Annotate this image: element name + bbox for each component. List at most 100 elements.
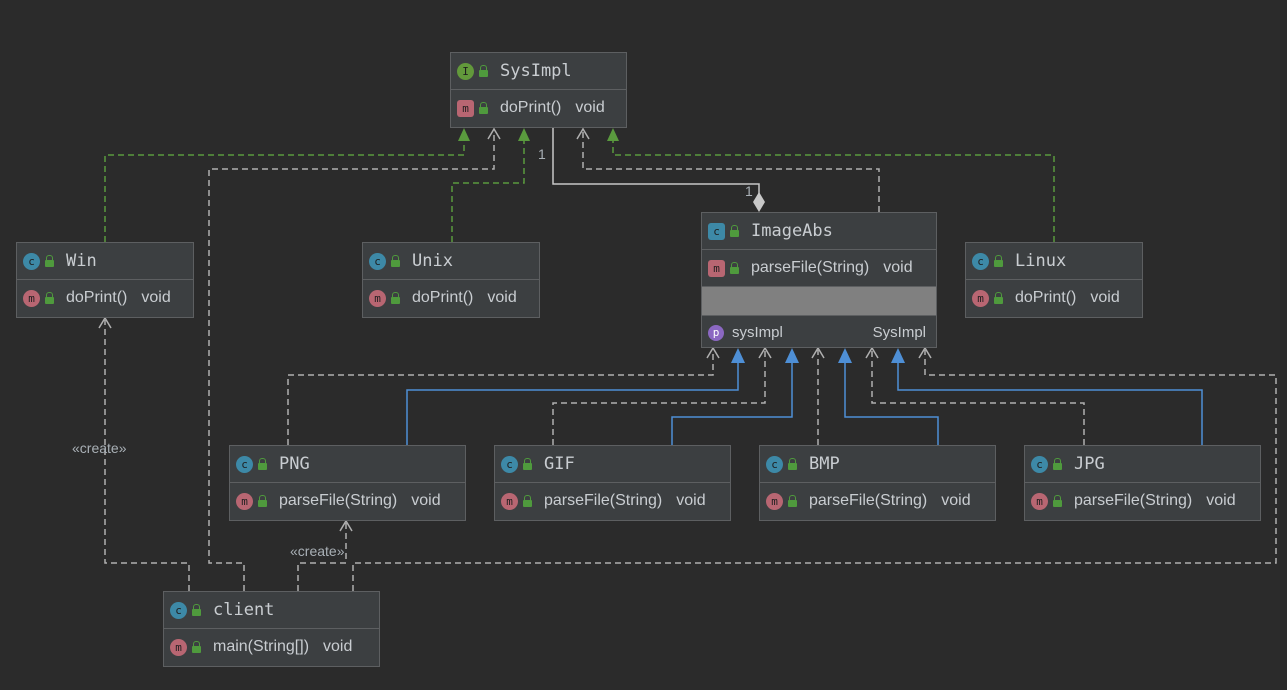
multiplicity-sysimpl: 1 <box>538 146 546 162</box>
class-header: c BMP <box>760 446 995 483</box>
runnable-class-icon: c <box>170 601 187 619</box>
method-icon: m <box>501 492 518 510</box>
class-name: Linux <box>1015 251 1067 271</box>
method-name: parseFile(String) <box>809 492 928 509</box>
method-type: void <box>1090 289 1120 306</box>
method-type: void <box>1206 492 1236 509</box>
class-icon: c <box>236 455 253 473</box>
class-gif[interactable]: c GIF m parseFile(String) void <box>494 445 731 521</box>
class-header: c JPG <box>1025 446 1260 483</box>
method-type: void <box>141 289 171 306</box>
realization-linux-arrow <box>607 128 619 141</box>
realization-unix-arrow <box>518 128 530 141</box>
class-header: c GIF <box>495 446 730 483</box>
class-name: Win <box>66 251 97 271</box>
class-unix[interactable]: c Unix m doPrint() void <box>362 242 540 318</box>
public-lock-icon <box>45 254 54 267</box>
public-lock-icon <box>994 291 1003 304</box>
class-png[interactable]: c PNG m parseFile(String) void <box>229 445 466 521</box>
method-icon: m <box>766 492 783 510</box>
method-icon: m <box>972 289 989 307</box>
method-row[interactable]: m main(String[]) void <box>164 629 379 665</box>
method-name: parseFile(String) <box>751 259 870 276</box>
public-lock-icon <box>258 457 267 470</box>
class-icon: c <box>23 252 40 270</box>
public-lock-icon <box>192 640 201 653</box>
class-name: PNG <box>279 454 310 474</box>
method-type: void <box>323 638 353 655</box>
public-lock-icon <box>479 64 488 77</box>
public-lock-icon <box>391 254 400 267</box>
class-header: c Unix <box>363 243 539 280</box>
property-icon: p <box>708 324 724 341</box>
class-linux[interactable]: c Linux m doPrint() void <box>965 242 1143 318</box>
field-row[interactable]: p sysImpl SysImpl <box>702 316 936 349</box>
method-name: main(String[]) <box>213 638 310 655</box>
class-name: BMP <box>809 454 840 474</box>
class-icon: c <box>1031 455 1048 473</box>
class-icon: c <box>972 252 989 270</box>
method-row[interactable]: m parseFile(String) void <box>702 250 936 287</box>
class-header: c client <box>164 592 379 629</box>
public-lock-icon <box>788 494 797 507</box>
public-lock-icon <box>258 494 267 507</box>
method-name: doPrint() <box>500 99 562 116</box>
method-type: void <box>941 492 971 509</box>
class-win[interactable]: c Win m doPrint() void <box>16 242 194 318</box>
public-lock-icon <box>730 261 739 274</box>
class-bmp[interactable]: c BMP m parseFile(String) void <box>759 445 996 521</box>
method-row[interactable]: m parseFile(String) void <box>230 483 465 519</box>
dependency-imageabs-sysimpl <box>582 131 880 212</box>
public-lock-icon <box>788 457 797 470</box>
method-row[interactable]: m doPrint() void <box>363 280 539 316</box>
dependency-gif-imageabs <box>552 350 766 445</box>
field-name: sysImpl <box>732 324 783 341</box>
class-name: JPG <box>1074 454 1105 474</box>
create-label-png: «create» <box>290 543 345 559</box>
abstract-class-icon: c <box>708 222 725 240</box>
method-row[interactable]: m parseFile(String) void <box>760 483 995 519</box>
inheritance-arrow-2 <box>785 348 799 363</box>
public-lock-icon <box>1053 494 1062 507</box>
class-name: ImageAbs <box>751 221 833 241</box>
class-imageabs[interactable]: c ImageAbs m parseFile(String) void p sy… <box>701 212 937 348</box>
method-icon: m <box>457 99 474 117</box>
public-lock-icon <box>730 224 739 237</box>
method-type: void <box>411 492 441 509</box>
method-row[interactable]: m doPrint() void <box>17 280 193 316</box>
class-header: c PNG <box>230 446 465 483</box>
class-name: Unix <box>412 251 453 271</box>
inheritance-arrow-4 <box>891 348 905 363</box>
multiplicity-imageabs: 1 <box>745 183 753 199</box>
realization-win <box>104 140 465 242</box>
public-lock-icon <box>391 291 400 304</box>
composition-diamond <box>753 192 765 212</box>
class-header: c Win <box>17 243 193 280</box>
public-lock-icon <box>1053 457 1062 470</box>
class-name: SysImpl <box>500 61 572 81</box>
interface-icon: I <box>457 62 474 80</box>
method-name: parseFile(String) <box>1074 492 1193 509</box>
class-header: c Linux <box>966 243 1142 280</box>
method-row[interactable]: m parseFile(String) void <box>495 483 730 519</box>
method-type: void <box>487 289 517 306</box>
class-sysimpl[interactable]: I SysImpl m doPrint() void <box>450 52 627 128</box>
method-name: doPrint() <box>1015 289 1077 306</box>
class-client[interactable]: c client m main(String[]) void <box>163 591 380 667</box>
class-icon: c <box>369 252 386 270</box>
method-type: void <box>676 492 706 509</box>
class-icon: c <box>501 455 518 473</box>
inheritance-arrow-3 <box>838 348 852 363</box>
method-row[interactable]: m doPrint() void <box>451 90 626 126</box>
field-type: SysImpl <box>872 324 926 341</box>
relationship-edges <box>98 127 1277 591</box>
method-name: doPrint() <box>66 289 128 306</box>
inheritance-arrow-1 <box>731 348 745 363</box>
method-row[interactable]: m doPrint() void <box>966 280 1142 316</box>
method-type: void <box>575 99 605 116</box>
class-header: c ImageAbs <box>702 213 936 250</box>
public-lock-icon <box>523 494 532 507</box>
class-jpg[interactable]: c JPG m parseFile(String) void <box>1024 445 1261 521</box>
class-name: GIF <box>544 454 575 474</box>
method-row[interactable]: m parseFile(String) void <box>1025 483 1260 519</box>
